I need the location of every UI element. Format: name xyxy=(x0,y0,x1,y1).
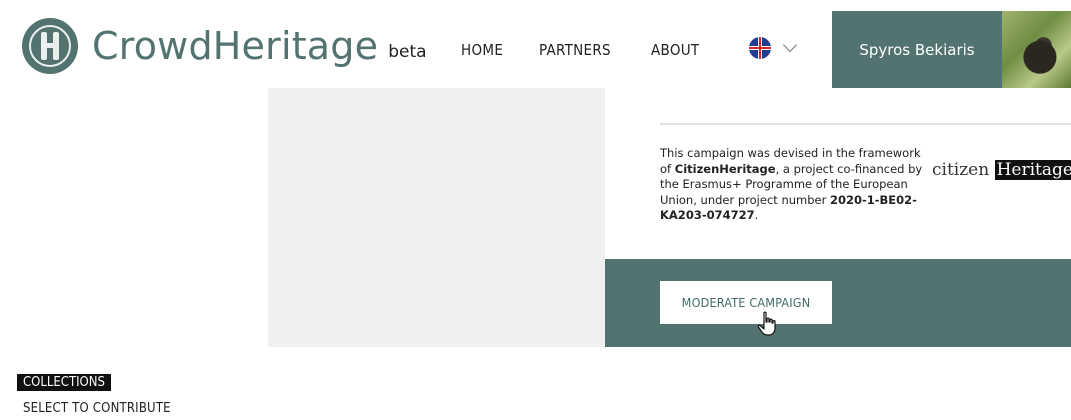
user-menu-button[interactable]: Spyros Bekiaris xyxy=(832,11,1002,88)
nav-partners-link[interactable]: PARTNERS xyxy=(539,41,611,59)
beta-label: beta xyxy=(388,42,427,62)
nav-about-link[interactable]: ABOUT xyxy=(651,41,699,59)
citizenheritage-logo[interactable]: citizen Heritage xyxy=(932,160,1071,180)
collections-heading: COLLECTIONS xyxy=(17,374,111,391)
campaign-image-placeholder xyxy=(268,88,605,347)
moderate-campaign-button[interactable]: MODERATE CAMPAIGN xyxy=(660,281,832,324)
nav-home-link[interactable]: HOME xyxy=(461,41,503,59)
select-to-contribute-label: SELECT TO CONTRIBUTE xyxy=(23,401,171,416)
brand-name: CrowdHeritage xyxy=(92,24,379,68)
brand-logo[interactable]: CrowdHeritage beta xyxy=(22,18,427,74)
uk-flag-icon xyxy=(749,37,771,59)
divider xyxy=(660,123,1071,125)
hand-cursor-icon xyxy=(757,311,776,336)
language-selector[interactable] xyxy=(749,37,798,59)
crowdheritage-logo-icon xyxy=(22,18,78,74)
campaign-info-text: This campaign was devised in the framewo… xyxy=(660,146,923,222)
chevron-down-icon xyxy=(782,37,798,53)
user-name: Spyros Bekiaris xyxy=(859,40,975,59)
avatar[interactable] xyxy=(1002,11,1071,88)
project-name: CitizenHeritage xyxy=(674,161,776,176)
